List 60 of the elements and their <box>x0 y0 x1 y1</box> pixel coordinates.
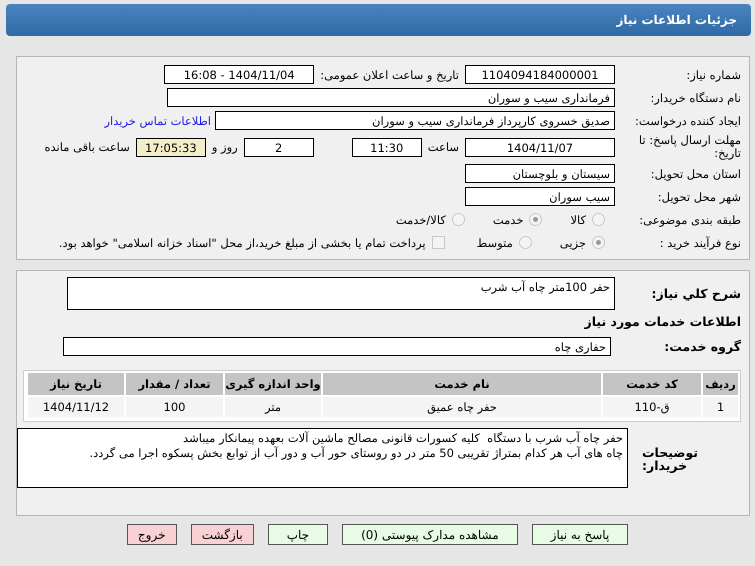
table-cell: حفر چاه عمیق <box>323 397 601 417</box>
buyer-notes-textarea[interactable]: حفر چاه آب شرب با دستگاه کلیه کسورات قانونی مصالح ماشین آلات بعهده پیمانکار میباشد چاه های آب هر کدام بمتراژ تقریبی 50 متر در دو روستای حور آب و دور آب از توابع بخش پسکوه اجرا می گردد. <box>17 428 628 488</box>
column-header: تعداد / مقدار <box>126 373 223 395</box>
page-title: جزئیات اطلاعات نیاز <box>616 13 737 27</box>
field-label: استان محل تحویل: <box>650 166 742 180</box>
radio-button[interactable] <box>452 213 465 226</box>
column-header: کد خدمت <box>603 373 701 395</box>
field-label: ایجاد کننده درخواست: <box>634 114 742 128</box>
requester-field: صدیق خسروی کارپرداز فرمانداری سیب و سوران <box>215 111 615 130</box>
radio-button[interactable] <box>529 213 542 226</box>
radio-label: کالا <box>570 212 586 226</box>
checkbox[interactable] <box>432 236 445 249</box>
field-label: مهلت ارسال پاسخ: تا تاریخ: <box>638 134 742 160</box>
table-cell: 1 <box>703 397 738 417</box>
action-button[interactable]: چاپ <box>268 524 328 545</box>
field-label: طبقه بندی موضوعی: <box>638 212 742 226</box>
radio-button[interactable] <box>518 236 532 249</box>
days-label: روز و <box>212 140 238 154</box>
radio-label: کالا/خدمت <box>396 212 446 226</box>
radio-label: خدمت <box>492 212 524 226</box>
table-cell: 100 <box>126 397 223 417</box>
radio-button[interactable] <box>592 236 605 249</box>
remaining-time-field: 17:05:33 <box>136 138 206 156</box>
deadline-date-field: 1404/11/07 <box>465 138 615 156</box>
remaining-label: ساعت باقی مانده <box>44 140 130 154</box>
province-field: سیستان و بلوچستان <box>465 164 615 183</box>
column-header: ردیف <box>703 373 738 395</box>
need-number-field: 1104094184000001 <box>465 65 615 84</box>
buyer-contact-link[interactable]: اطلاعات تماس خریدار <box>104 114 211 128</box>
buyer-org-field: فرمانداری سیب و سوران <box>167 88 615 107</box>
table-cell: ق-110 <box>603 397 701 417</box>
radio-button[interactable] <box>592 213 605 226</box>
announce-date-field: 1404/11/04 - 16:08 <box>164 65 314 84</box>
section-heading: اطلاعات خدمات مورد نیاز <box>583 313 742 331</box>
action-button[interactable]: خروج <box>126 524 177 545</box>
table-cell: متر <box>225 397 321 417</box>
column-header: نام خدمت <box>323 373 601 395</box>
radio-label: جزیی <box>560 236 586 250</box>
column-header: تاریخ نیاز <box>28 373 124 395</box>
service-group-field: حفاری چاه <box>63 337 611 356</box>
column-header: واحد اندازه گیری <box>225 373 321 395</box>
city-field: سیب سوران <box>465 187 615 206</box>
field-label: تاریخ و ساعت اعلان عمومی: <box>320 68 459 82</box>
table-cell: 1404/11/12 <box>28 397 124 417</box>
time-label: ساعت <box>428 140 459 154</box>
action-button[interactable]: بازگشت <box>190 524 254 545</box>
description-textarea[interactable]: حفر 100متر چاه آب شرب <box>67 277 615 310</box>
field-label: شرح کلي نياز: <box>650 286 742 301</box>
field-label: شهر محل تحویل: <box>656 190 742 204</box>
action-button[interactable]: پاسخ به نیاز <box>532 524 628 545</box>
deadline-time-field: 11:30 <box>352 138 422 156</box>
checkbox-label: پرداخت تمام یا بخشی از مبلغ خرید،از محل "اسناد خزانه اسلامی" خواهد بود. <box>58 236 426 250</box>
field-label: گروه خدمت: <box>663 339 742 354</box>
action-button[interactable]: مشاهده مدارک پیوستی (0) <box>342 524 518 545</box>
radio-label: متوسط <box>476 236 513 250</box>
field-label: نام دستگاه خریدار: <box>649 90 742 104</box>
field-label: توضیحات خریدار: <box>641 446 699 472</box>
field-label: نوع فرآیند خرید : <box>658 236 742 250</box>
field-label: شماره نیاز: <box>685 68 742 82</box>
days-field: 2 <box>244 138 314 156</box>
